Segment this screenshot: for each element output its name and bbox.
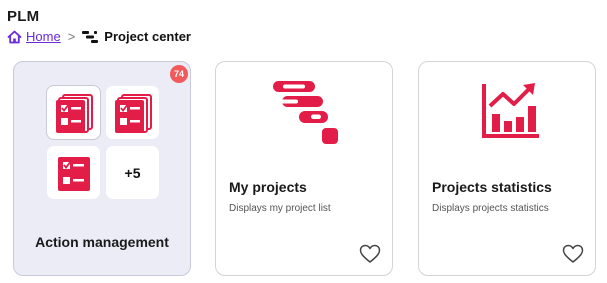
action-tile-3[interactable] <box>47 146 100 199</box>
action-tile-2[interactable] <box>106 86 159 139</box>
breadcrumb-current-label: Project center <box>104 29 191 44</box>
checklist-icon <box>57 156 90 191</box>
favorite-heart-icon[interactable] <box>359 244 381 264</box>
chevron-right-icon: > <box>67 29 76 44</box>
card-title: My projects <box>229 179 307 195</box>
action-tile-1[interactable] <box>47 86 100 139</box>
app-title: PLM <box>7 8 40 25</box>
breadcrumb-home-label: Home <box>26 29 61 44</box>
gantt-icon <box>272 81 338 144</box>
favorite-heart-icon[interactable] <box>562 244 584 264</box>
breadcrumb: Home > Project center <box>7 29 191 44</box>
notification-badge: 74 <box>170 65 188 83</box>
breadcrumb-home-link[interactable]: Home <box>7 29 61 44</box>
project-center-icon <box>82 30 99 43</box>
action-management-card[interactable]: 74 +5 Action management <box>13 61 191 276</box>
home-icon <box>7 30 22 43</box>
breadcrumb-current: Project center <box>82 29 191 44</box>
projects-statistics-card[interactable]: Projects statistics Displays projects st… <box>418 61 596 276</box>
card-description: Displays my project list <box>229 203 331 214</box>
card-description: Displays projects statistics <box>432 203 549 214</box>
bar-chart-growth-icon <box>482 83 539 138</box>
card-title: Action management <box>35 234 169 250</box>
card-title: Projects statistics <box>432 179 552 195</box>
my-projects-card[interactable]: My projects Displays my project list <box>215 61 393 276</box>
checklist-icon <box>114 93 152 133</box>
more-count-label: +5 <box>124 164 141 181</box>
more-actions-tile[interactable]: +5 <box>106 146 159 199</box>
checklist-icon <box>55 93 93 133</box>
